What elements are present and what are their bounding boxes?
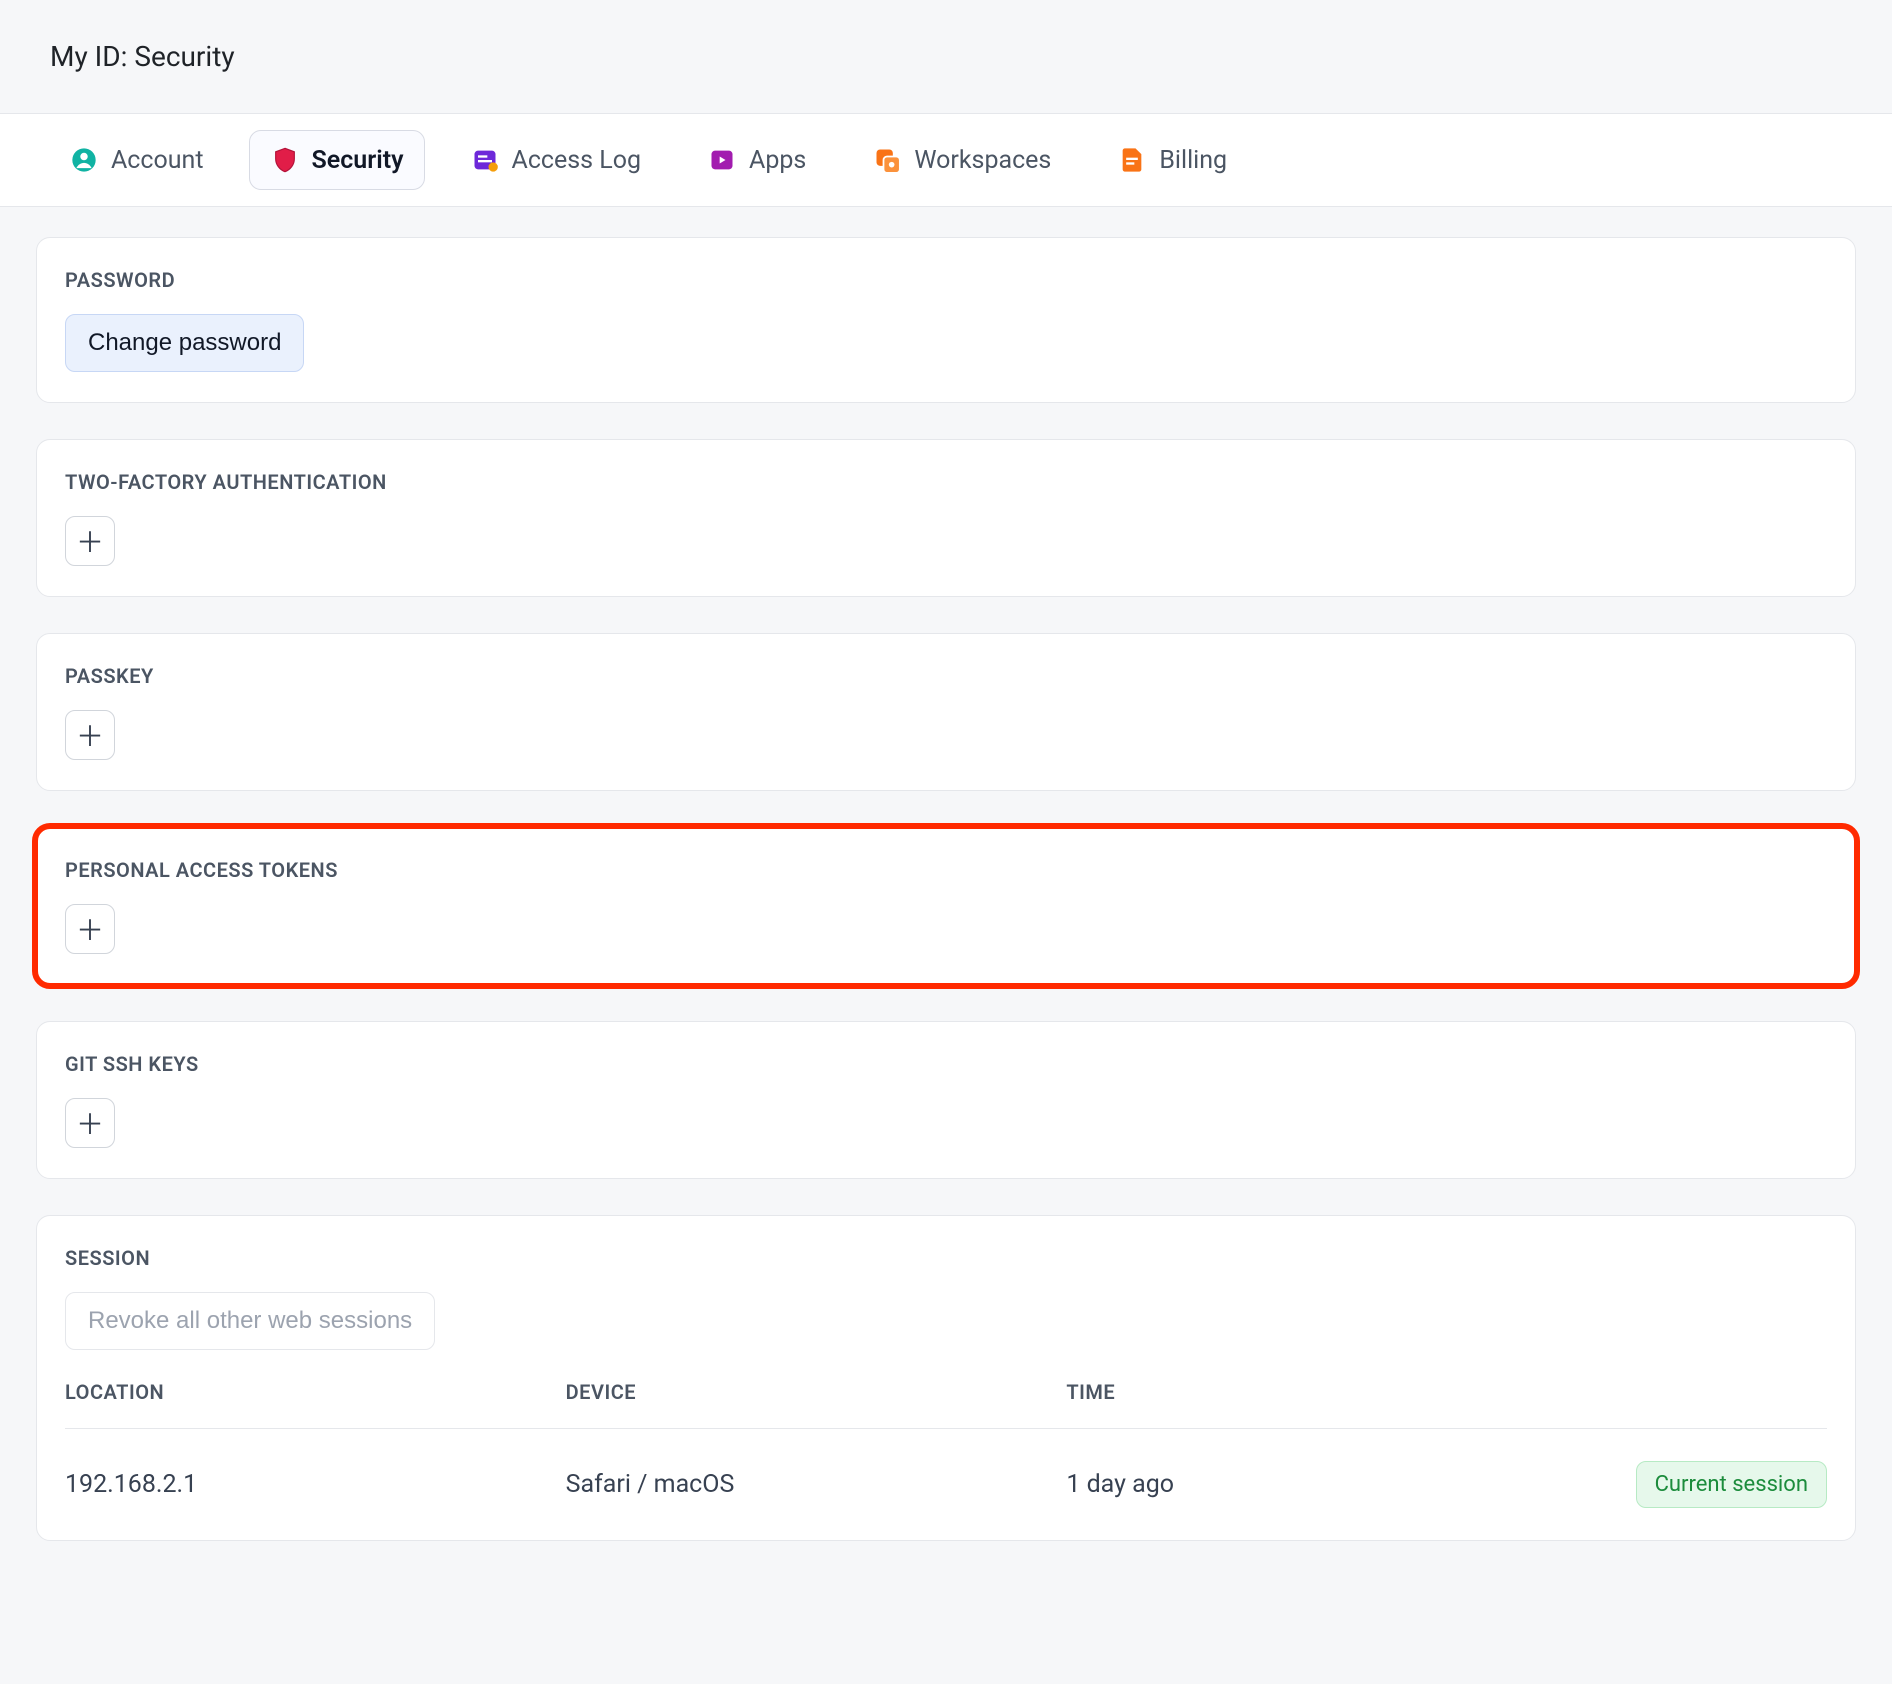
- add-ssh-key-button[interactable]: ＋: [65, 1098, 115, 1148]
- plus-icon: ＋: [76, 715, 104, 755]
- revoke-sessions-button[interactable]: Revoke all other web sessions: [65, 1292, 435, 1350]
- tab-workspaces[interactable]: Workspaces: [851, 130, 1072, 190]
- add-passkey-button[interactable]: ＋: [65, 710, 115, 760]
- tab-label: Access Log: [512, 146, 642, 175]
- tab-billing[interactable]: Billing: [1096, 130, 1248, 190]
- tab-account[interactable]: Account: [48, 130, 225, 190]
- log-icon: [470, 145, 500, 175]
- session-location: 192.168.2.1: [65, 1470, 566, 1499]
- col-time: TIME: [1066, 1380, 1567, 1404]
- card-title: SESSION: [65, 1246, 1827, 1270]
- card-title: PASSWORD: [65, 268, 1827, 292]
- col-device: DEVICE: [566, 1380, 1067, 1404]
- tab-label: Billing: [1159, 146, 1227, 175]
- card-title: GIT SSH KEYS: [65, 1052, 1827, 1076]
- card-personal-access-tokens: PERSONAL ACCESS TOKENS ＋: [36, 827, 1856, 985]
- card-password: PASSWORD Change password: [36, 237, 1856, 403]
- tab-label: Security: [312, 146, 404, 175]
- apps-icon: [707, 145, 737, 175]
- workspace-icon: [872, 145, 902, 175]
- session-table-head: LOCATION DEVICE TIME: [65, 1350, 1827, 1428]
- session-row: 192.168.2.1 Safari / macOS 1 day ago Cur…: [65, 1428, 1827, 1524]
- person-icon: [69, 145, 99, 175]
- tabs-bar: Account Security Access Log Apps Workspa…: [0, 113, 1892, 207]
- current-session-badge: Current session: [1636, 1461, 1827, 1508]
- card-title: TWO-FACTORY AUTHENTICATION: [65, 470, 1827, 494]
- card-two-factor: TWO-FACTORY AUTHENTICATION ＋: [36, 439, 1856, 597]
- card-passkey: PASSKEY ＋: [36, 633, 1856, 791]
- tab-apps[interactable]: Apps: [686, 130, 827, 190]
- change-password-button[interactable]: Change password: [65, 314, 304, 372]
- plus-icon: ＋: [76, 1103, 104, 1143]
- session-device: Safari / macOS: [566, 1470, 1067, 1499]
- card-title: PERSONAL ACCESS TOKENS: [65, 858, 1827, 882]
- tab-label: Workspaces: [914, 146, 1051, 175]
- plus-icon: ＋: [76, 521, 104, 561]
- card-session: SESSION Revoke all other web sessions LO…: [36, 1215, 1856, 1541]
- add-personal-access-token-button[interactable]: ＋: [65, 904, 115, 954]
- plus-icon: ＋: [76, 909, 104, 949]
- card-git-ssh-keys: GIT SSH KEYS ＋: [36, 1021, 1856, 1179]
- tab-label: Apps: [749, 146, 806, 175]
- add-two-factor-button[interactable]: ＋: [65, 516, 115, 566]
- session-time: 1 day ago: [1066, 1470, 1567, 1499]
- tab-security[interactable]: Security: [249, 130, 425, 190]
- billing-icon: [1117, 145, 1147, 175]
- card-title: PASSKEY: [65, 664, 1827, 688]
- shield-icon: [270, 145, 300, 175]
- tab-access-log[interactable]: Access Log: [449, 130, 663, 190]
- col-location: LOCATION: [65, 1380, 566, 1404]
- tab-label: Account: [111, 146, 204, 175]
- page-title: My ID: Security: [0, 0, 1892, 113]
